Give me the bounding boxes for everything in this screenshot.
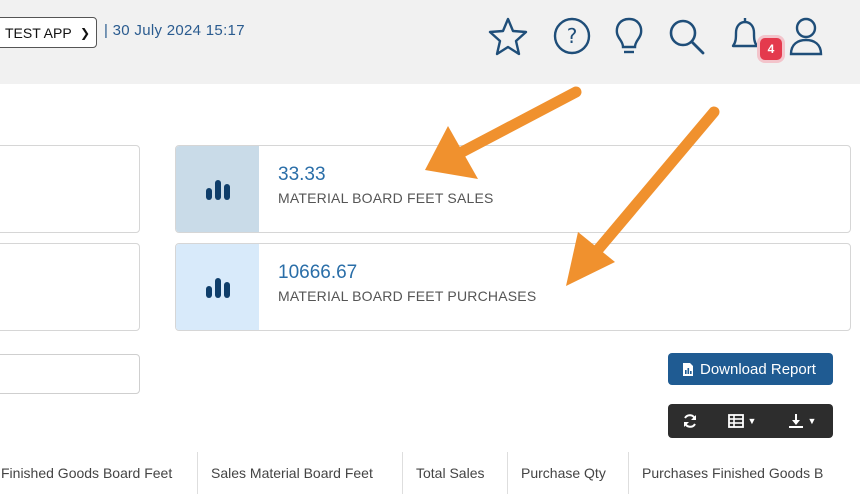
column-divider <box>402 452 403 494</box>
export-dropdown-button[interactable]: ▼ <box>772 404 832 438</box>
help-icon[interactable]: ? <box>551 14 593 58</box>
lightbulb-icon[interactable] <box>608 14 650 58</box>
summary-card <box>0 243 140 331</box>
stat-value: 10666.67 <box>278 262 358 283</box>
user-icon[interactable] <box>785 14 827 58</box>
download-report-button[interactable]: Download Report <box>668 353 833 385</box>
notification-badge[interactable]: 4 <box>760 38 782 60</box>
refresh-icon <box>684 414 696 428</box>
app-selector[interactable]: TEST APP ❯ <box>0 17 97 48</box>
stat-label: MATERIAL BOARD FEET PURCHASES <box>278 288 537 304</box>
stat-card-sales: 33.33 MATERIAL BOARD FEET SALES <box>175 145 851 233</box>
table-toolbar: ▼ ▼ <box>668 404 833 438</box>
top-bar: TEST APP ❯ | 30 July 2024 15:17 ? 4 <box>0 0 860 84</box>
bar-chart-icon <box>205 278 230 298</box>
file-icon <box>683 362 693 376</box>
download-report-label: Download Report <box>700 360 816 378</box>
export-icon <box>788 414 803 428</box>
stat-card-purchases: 10666.67 MATERIAL BOARD FEET PURCHASES <box>175 243 851 331</box>
column-divider <box>197 452 198 494</box>
column-header[interactable]: Total Sales <box>416 452 484 494</box>
column-header[interactable]: Finished Goods Board Feet <box>1 452 172 494</box>
table-columns-icon <box>727 414 744 428</box>
column-divider <box>628 452 629 494</box>
filter-input[interactable] <box>0 354 140 394</box>
search-icon[interactable] <box>665 14 707 58</box>
stat-card-icon-panel <box>176 146 259 232</box>
stat-value: 33.33 <box>278 164 326 185</box>
caret-down-icon: ▼ <box>807 416 817 426</box>
column-header[interactable]: Purchase Qty <box>521 452 606 494</box>
svg-text:?: ? <box>567 24 578 48</box>
column-header[interactable]: Sales Material Board Feet <box>211 452 373 494</box>
chevron-down-icon: ❯ <box>79 26 90 40</box>
stat-label: MATERIAL BOARD FEET SALES <box>278 190 494 206</box>
table-header-row: Finished Goods Board Feet Sales Material… <box>0 452 860 494</box>
refresh-button[interactable] <box>668 404 712 438</box>
caret-down-icon: ▼ <box>747 416 757 426</box>
stat-card-icon-panel <box>176 244 259 330</box>
star-icon[interactable] <box>487 14 529 58</box>
app-selector-value: TEST APP <box>5 24 72 41</box>
summary-card <box>0 145 140 233</box>
current-datetime: | 30 July 2024 15:17 <box>104 22 245 39</box>
columns-dropdown-button[interactable]: ▼ <box>712 404 772 438</box>
column-header[interactable]: Purchases Finished Goods B <box>642 452 823 494</box>
bar-chart-icon <box>205 180 230 200</box>
column-divider <box>507 452 508 494</box>
